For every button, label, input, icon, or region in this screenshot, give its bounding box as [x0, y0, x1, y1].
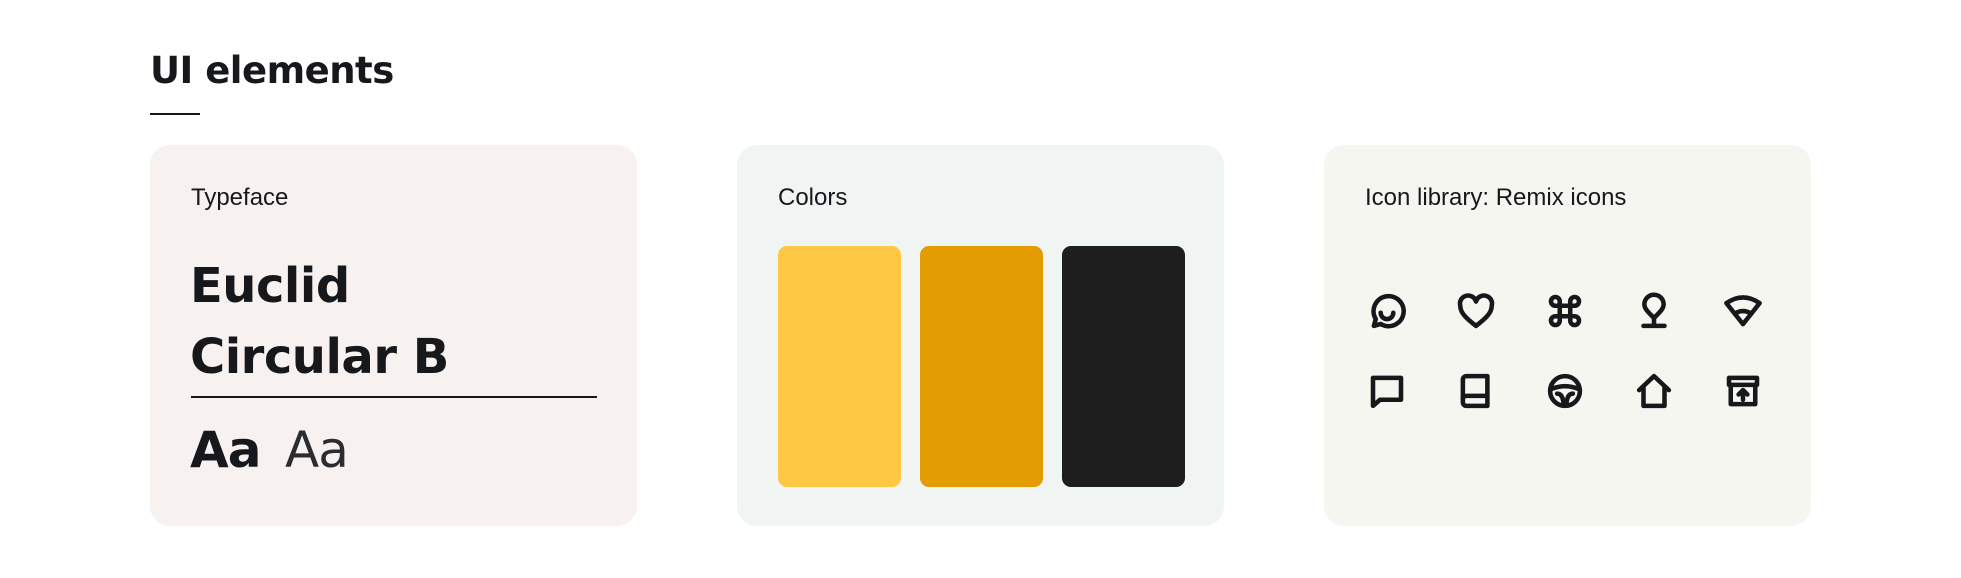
- section-title: UI elements: [150, 49, 394, 92]
- color-swatch-black: [1062, 246, 1185, 487]
- typeface-sample-light: Aa: [285, 421, 349, 479]
- book-icon: [1454, 369, 1498, 413]
- wifi-icon: [1721, 289, 1765, 333]
- colors-card: Colors: [737, 145, 1224, 526]
- command-icon: [1543, 289, 1587, 333]
- typeface-name-line1: Euclid: [190, 258, 350, 314]
- typeface-sample-bold: Aa: [190, 421, 261, 479]
- icons-card-label: Icon library: Remix icons: [1365, 184, 1627, 211]
- typeface-name-line2: Circular B: [190, 328, 449, 385]
- map-pin-icon: [1632, 289, 1676, 333]
- typeface-divider: [191, 396, 597, 398]
- typeface-name: Euclid Circular B: [190, 251, 610, 392]
- typeface-card-label: Typeface: [191, 184, 289, 211]
- home-icon: [1632, 369, 1676, 413]
- colors-card-label: Colors: [778, 184, 848, 211]
- color-swatch-amber: [920, 246, 1043, 487]
- chat-square-icon: [1365, 369, 1409, 413]
- typeface-card: Typeface Euclid Circular B Aa Aa: [150, 145, 637, 526]
- chat-smile-icon: [1365, 289, 1409, 333]
- heart-icon: [1454, 289, 1498, 333]
- archive-upload-icon: [1721, 369, 1765, 413]
- icons-card: Icon library: Remix icons: [1324, 145, 1811, 526]
- steering-wheel-icon: [1543, 369, 1587, 413]
- color-swatch-yellow: [778, 246, 901, 487]
- title-underline: [150, 113, 200, 115]
